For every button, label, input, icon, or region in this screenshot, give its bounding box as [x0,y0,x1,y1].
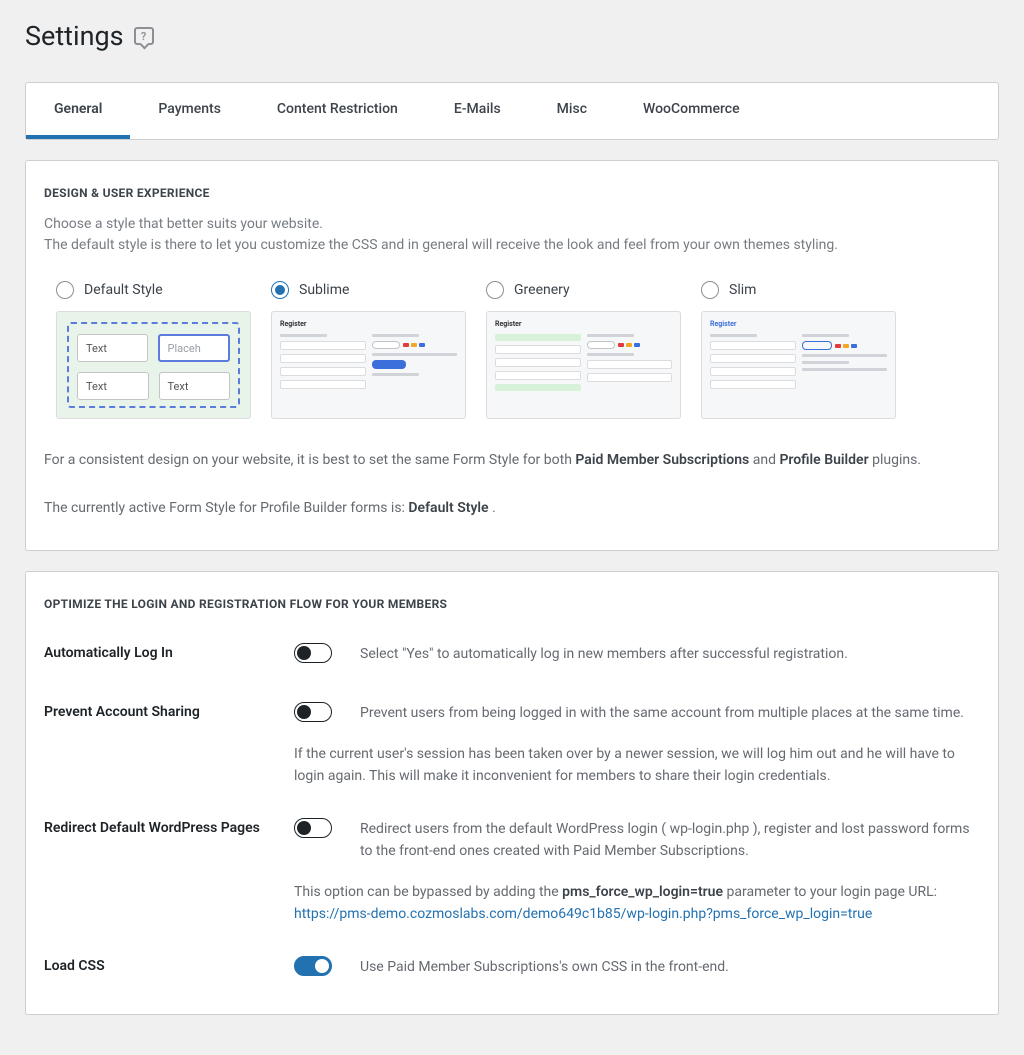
auto-login-label: Automatically Log In [44,643,294,661]
design-desc-line1: Choose a style that better suits your we… [44,216,323,232]
preview-greenery: Register [486,311,681,419]
style-label-slim: Slim [729,282,756,298]
preview-register-title: Register [710,320,796,328]
prevent-sharing-label: Prevent Account Sharing [44,702,294,720]
settings-tabs: General Payments Content Restriction E-M… [25,82,999,140]
style-options: Default Style Text Placeh Text Text [44,281,980,419]
redirect-default-toggle[interactable] [294,818,332,838]
design-panel: DESIGN & USER EXPERIENCE Choose a style … [25,160,999,551]
radio-slim[interactable] [701,281,719,299]
style-option-default[interactable]: Default Style Text Placeh Text Text [56,281,251,419]
preview-slim: Register [701,311,896,419]
prevent-sharing-toggle[interactable] [294,702,332,722]
setting-auto-login: Automatically Log In Select "Yes" to aut… [44,625,980,671]
design-footnote: For a consistent design on your website,… [44,449,980,520]
style-label-greenery: Greenery [514,282,570,298]
preview-text-field: Text [77,334,148,362]
redirect-bypass-link[interactable]: https://pms-demo.cozmoslabs.com/demo649c… [294,906,872,922]
preview-text-field: Text [77,372,149,400]
load-css-toggle[interactable] [294,956,332,976]
radio-default-style[interactable] [56,281,74,299]
redirect-default-label: Redirect Default WordPress Pages [44,818,294,836]
style-option-greenery[interactable]: Greenery Register [486,281,681,419]
design-desc-line2: The default style is there to let you cu… [44,237,838,253]
preview-sublime: Register [271,311,466,419]
preview-register-title: Register [495,320,581,328]
tab-content-restriction[interactable]: Content Restriction [249,83,426,139]
preview-register-title: Register [280,320,366,328]
setting-prevent-sharing: Prevent Account Sharing Prevent users fr… [44,672,980,730]
tab-general[interactable]: General [26,83,130,139]
tab-emails[interactable]: E-Mails [426,83,529,139]
prevent-sharing-subdesc: If the current user's session has been t… [44,744,980,787]
preview-text-field: Text [159,372,231,400]
prevent-sharing-desc: Prevent users from being logged in with … [360,702,980,724]
redirect-default-subdesc: This option can be bypassed by adding th… [44,882,980,925]
design-description: Choose a style that better suits your we… [44,214,980,256]
help-icon[interactable]: ? [134,27,154,45]
radio-sublime[interactable] [271,281,289,299]
load-css-desc: Use Paid Member Subscriptions's own CSS … [360,956,980,978]
style-label-default: Default Style [84,282,163,298]
style-label-sublime: Sublime [299,282,349,298]
setting-load-css: Load CSS Use Paid Member Subscriptions's… [44,926,980,984]
style-option-sublime[interactable]: Sublime Register [271,281,466,419]
design-heading: DESIGN & USER EXPERIENCE [44,186,980,200]
optimize-panel: OPTIMIZE THE LOGIN AND REGISTRATION FLOW… [25,571,999,1015]
auto-login-toggle[interactable] [294,643,332,663]
auto-login-desc: Select "Yes" to automatically log in new… [360,643,980,665]
page-title: Settings [25,20,124,52]
tab-woocommerce[interactable]: WooCommerce [615,83,768,139]
preview-default: Text Placeh Text Text [56,311,251,419]
optimize-heading: OPTIMIZE THE LOGIN AND REGISTRATION FLOW… [44,597,980,611]
load-css-label: Load CSS [44,956,294,974]
tab-misc[interactable]: Misc [529,83,615,139]
setting-redirect-default: Redirect Default WordPress Pages Redirec… [44,788,980,869]
preview-placeholder-field: Placeh [158,334,231,362]
redirect-default-desc: Redirect users from the default WordPres… [360,818,980,863]
radio-greenery[interactable] [486,281,504,299]
style-option-slim[interactable]: Slim Register [701,281,896,419]
tab-payments[interactable]: Payments [130,83,249,139]
